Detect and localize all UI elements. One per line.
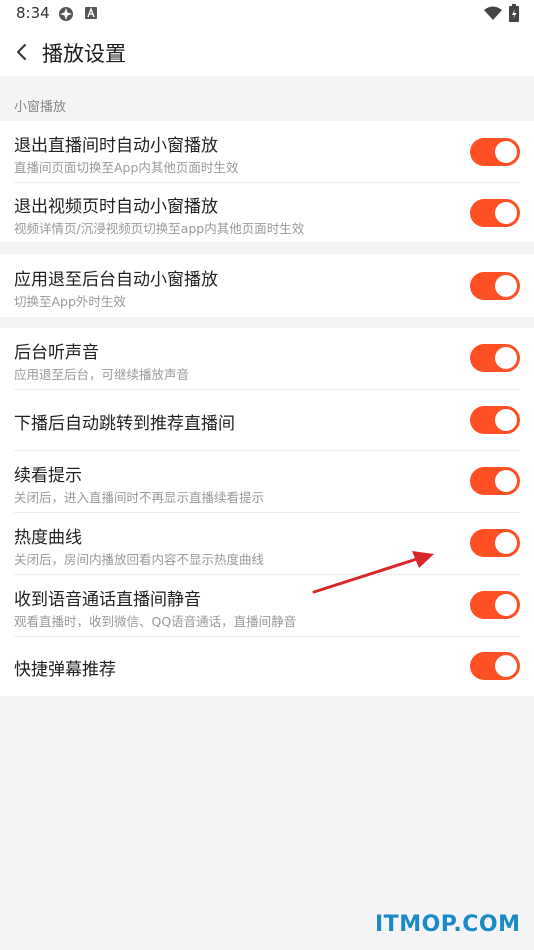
- setting-subtitle: 直播间页面切换至App内其他页面时生效: [14, 160, 239, 175]
- setting-title: 续看提示: [14, 466, 82, 486]
- toggle-knob: [495, 409, 517, 431]
- toggle-knob: [495, 347, 517, 369]
- settings-group-mini-window: 退出直播间时自动小窗播放 直播间页面切换至App内其他页面时生效 退出视频页时自…: [0, 121, 534, 242]
- setting-title: 退出直播间时自动小窗播放: [14, 136, 218, 156]
- toggle-switch[interactable]: [470, 406, 520, 434]
- toggle-knob: [495, 202, 517, 224]
- settings-group-playback: 后台听声音 应用退至后台，可继续播放声音 下播后自动跳转到推荐直播间 续看提示 …: [0, 328, 534, 696]
- toggle-knob: [495, 655, 517, 677]
- toggle-switch[interactable]: [470, 138, 520, 166]
- back-arrow-icon[interactable]: [12, 40, 32, 64]
- setting-row-quick-danmaku[interactable]: 快捷弹幕推荐: [0, 637, 534, 696]
- setting-row-video-exit-mini-window[interactable]: 退出视频页时自动小窗播放 视频详情页/沉浸视频页切换至app内其他页面时生效: [0, 183, 534, 242]
- setting-title: 快捷弹幕推荐: [14, 660, 116, 680]
- toggle-switch[interactable]: [470, 591, 520, 619]
- toggle-switch[interactable]: [470, 652, 520, 680]
- a-badge-icon: [85, 7, 97, 19]
- setting-row-background-audio[interactable]: 后台听声音 应用退至后台，可继续播放声音: [0, 328, 534, 389]
- toggle-knob: [495, 275, 517, 297]
- status-bar: 8:34: [0, 0, 534, 28]
- setting-row-background-mini-window[interactable]: 应用退至后台自动小窗播放 切换至App外时生效: [0, 254, 534, 317]
- section-label: 小窗播放: [14, 100, 67, 115]
- setting-title: 退出视频页时自动小窗播放: [14, 197, 218, 217]
- setting-title: 热度曲线: [14, 528, 82, 548]
- setting-subtitle: 关闭后，进入直播间时不再显示直播续看提示: [14, 490, 265, 505]
- setting-subtitle: 关闭后，房间内播放回看内容不显示热度曲线: [14, 552, 265, 567]
- setting-subtitle: 切换至App外时生效: [14, 294, 126, 309]
- annotation-arrow-icon: [312, 551, 434, 594]
- toggle-switch[interactable]: [470, 529, 520, 557]
- setting-subtitle: 视频详情页/沉浸视频页切换至app内其他页面时生效: [14, 221, 305, 236]
- setting-title: 收到语音通话直播间静音: [14, 590, 201, 610]
- toggle-knob: [495, 532, 517, 554]
- app-notification-icon: [59, 7, 73, 21]
- header: 播放设置: [0, 28, 534, 76]
- toggle-knob: [495, 594, 517, 616]
- watermark: ITMOP.COM: [375, 912, 521, 937]
- setting-subtitle: 应用退至后台，可继续播放声音: [14, 367, 190, 382]
- settings-group-background-mini-window: 应用退至后台自动小窗播放 切换至App外时生效: [0, 254, 534, 317]
- toggle-knob: [495, 141, 517, 163]
- setting-subtitle: 观看直播时，收到微信、QQ语音通话，直播间静音: [14, 614, 297, 629]
- setting-row-auto-jump-recommended[interactable]: 下播后自动跳转到推荐直播间: [0, 390, 534, 450]
- toggle-switch[interactable]: [470, 467, 520, 495]
- toggle-switch[interactable]: [470, 272, 520, 300]
- page-title: 播放设置: [42, 42, 126, 66]
- setting-row-voice-call-mute[interactable]: 收到语音通话直播间静音 观看直播时，收到微信、QQ语音通话，直播间静音: [0, 575, 534, 636]
- toggle-knob: [495, 470, 517, 492]
- status-time: 8:34: [16, 4, 50, 22]
- setting-row-heat-curve[interactable]: 热度曲线 关闭后，房间内播放回看内容不显示热度曲线: [0, 513, 534, 574]
- setting-row-continue-watching-tip[interactable]: 续看提示 关闭后，进入直播间时不再显示直播续看提示: [0, 451, 534, 512]
- toggle-switch[interactable]: [470, 199, 520, 227]
- wifi-icon: [484, 6, 502, 20]
- setting-title: 后台听声音: [14, 343, 99, 363]
- battery-icon: [509, 4, 519, 22]
- setting-title: 下播后自动跳转到推荐直播间: [14, 414, 235, 434]
- toggle-switch[interactable]: [470, 344, 520, 372]
- setting-row-live-exit-mini-window[interactable]: 退出直播间时自动小窗播放 直播间页面切换至App内其他页面时生效: [0, 121, 534, 182]
- setting-title: 应用退至后台自动小窗播放: [14, 270, 218, 290]
